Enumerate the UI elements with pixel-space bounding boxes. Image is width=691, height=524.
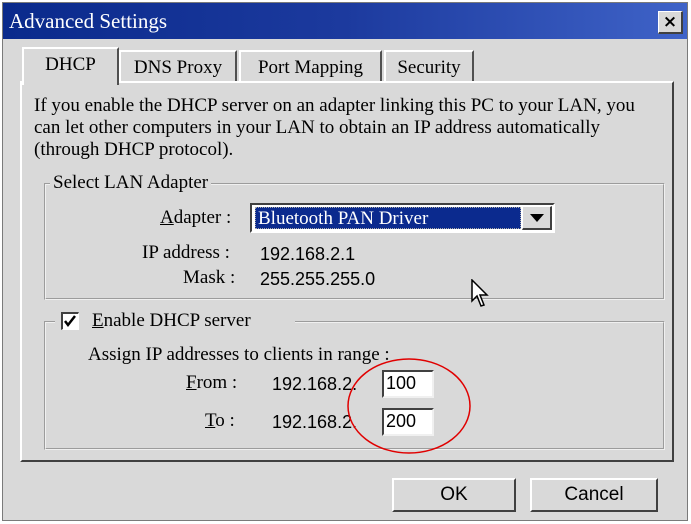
mask-label: Mask : [183,267,236,288]
tab-dns-proxy[interactable]: DNS Proxy [119,50,237,83]
checkmark-icon [64,315,76,328]
mask-value: 255.255.255.0 [260,269,376,289]
dhcp-description: If you enable the DHCP server on an adap… [34,95,635,160]
adapter-selected-value: Bluetooth PAN Driver [255,207,521,229]
dropdown-button[interactable] [522,206,552,230]
adapter-label: Adapter : [160,207,232,228]
cancel-button[interactable]: Cancel [530,478,658,512]
from-label: From : [186,372,238,393]
tab-port-mapping[interactable]: Port Mapping [239,50,382,83]
window-title: Advanced Settings [9,9,168,33]
title-bar[interactable]: Advanced Settings × [3,3,687,39]
close-button[interactable]: × [658,11,683,34]
mouse-cursor-icon [471,279,489,307]
enable-dhcp-label[interactable]: Enable DHCP server [92,310,251,332]
chevron-down-icon [530,214,544,222]
select-lan-adapter-legend: Select LAN Adapter [50,172,212,194]
highlight-ellipse [347,358,471,454]
ok-button[interactable]: OK [392,478,516,512]
ip-address-value: 192.168.2.1 [260,244,356,264]
enable-dhcp-checkbox[interactable] [61,312,79,330]
adapter-dropdown[interactable]: Bluetooth PAN Driver [250,203,555,233]
to-label: To : [205,410,235,431]
ip-address-label: IP address : [142,242,230,263]
tab-security[interactable]: Security [384,50,474,83]
tab-dhcp[interactable]: DHCP [22,47,119,85]
